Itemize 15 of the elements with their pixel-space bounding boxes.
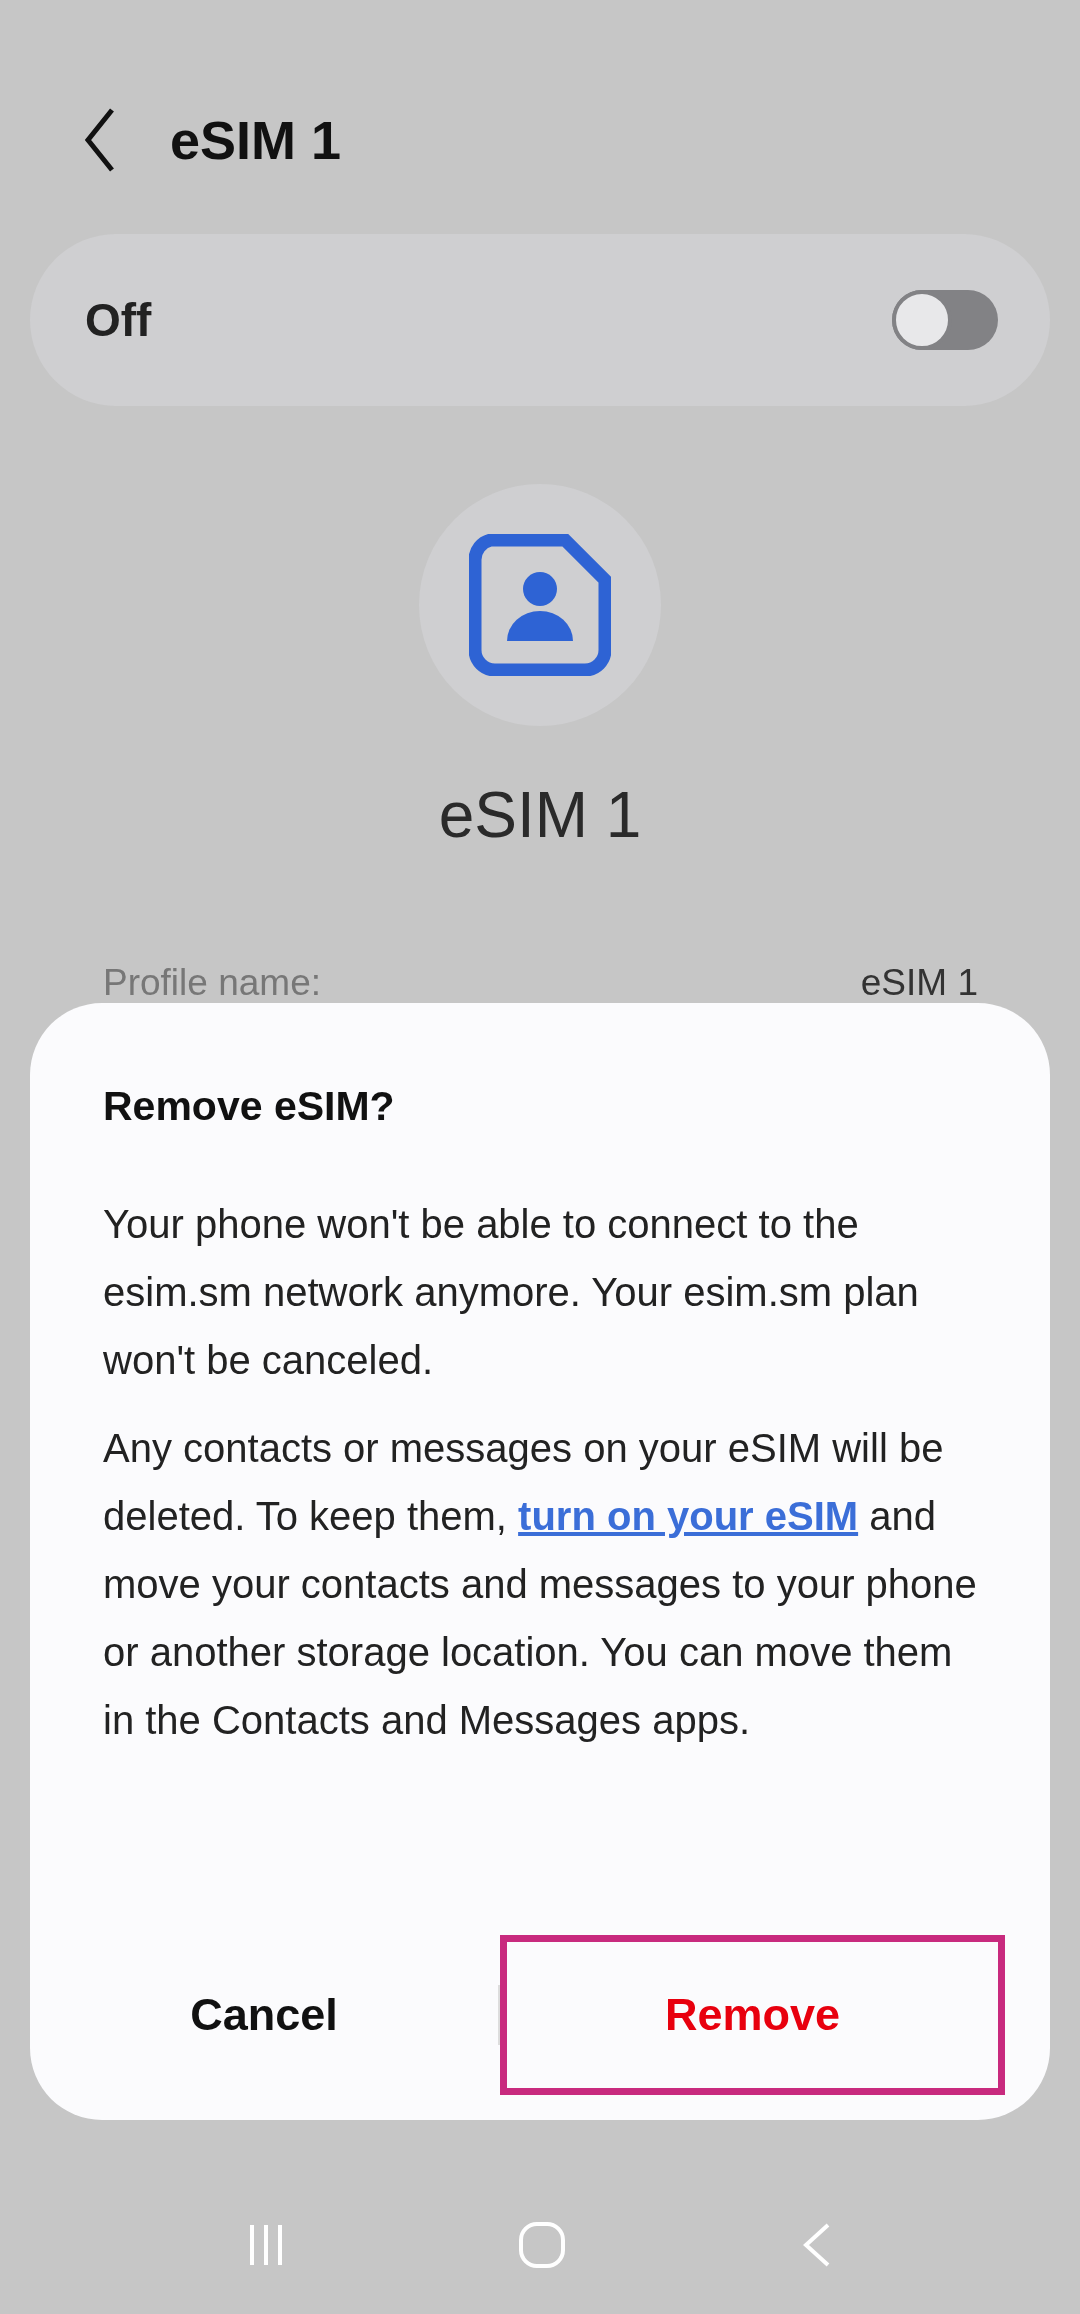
dialog-message: Any contacts or messages on your eSIM will be deleted. To keep them, turn on your eSIM and move your contacts and messages to your phone or another storage location. You can move them in the Contacts and Messages apps. xyxy=(103,1425,977,1744)
cancel-button[interactable]: Cancel xyxy=(30,1935,498,2095)
toggle-switch[interactable] xyxy=(892,290,998,350)
remove-button[interactable]: Remove xyxy=(500,1935,1005,2095)
dialog-message: Your phone won't be able to connect to the esim.sm network anymore. Your esim.sm plan won't be canceled. xyxy=(103,1201,920,1384)
sim-card-icon xyxy=(469,534,611,676)
detail-label: Profile name: xyxy=(103,962,321,1004)
profile-name: eSIM 1 xyxy=(438,778,642,852)
home-icon[interactable] xyxy=(517,2220,567,2270)
screen-title: eSIM 1 xyxy=(170,109,342,171)
link[interactable]: turn on your eSIM xyxy=(518,1494,859,1538)
detail-value: eSIM 1 xyxy=(860,962,978,1004)
switch-label: Off xyxy=(85,293,152,347)
switch-card[interactable]: Off xyxy=(30,234,1050,406)
dialog-title: Remove eSIM? xyxy=(103,1083,396,1130)
